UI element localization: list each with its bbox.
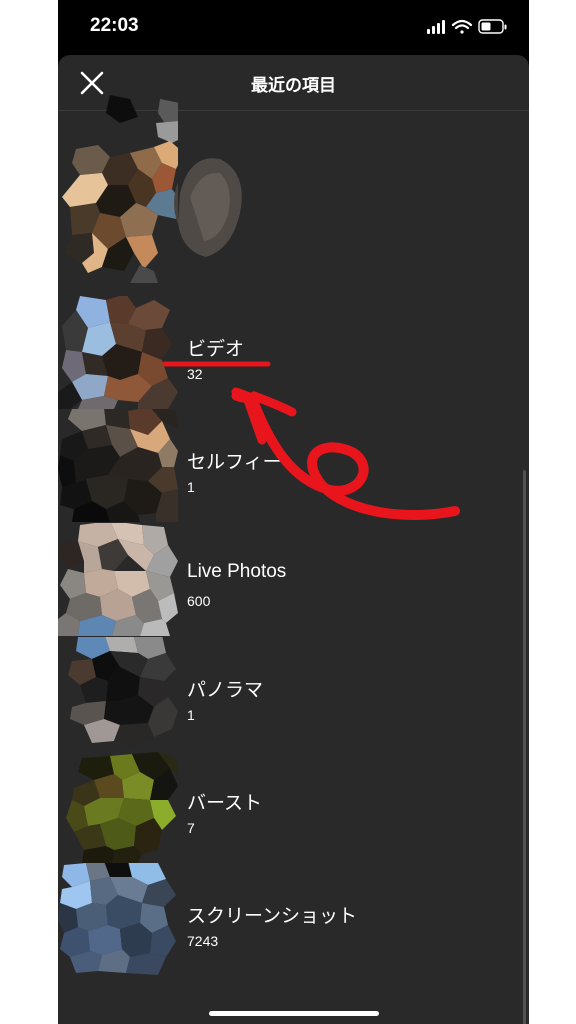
album-row-panoramas[interactable]: パノラマ 1	[58, 637, 529, 750]
album-name: バースト	[187, 793, 263, 814]
album-thumbnail	[66, 752, 178, 863]
album-thumbnail	[68, 637, 178, 747]
scrollbar[interactable]	[523, 470, 526, 1024]
album-name: パノラマ	[187, 680, 264, 701]
signal-icon	[427, 20, 445, 34]
phone-screen: 22:03 最近の項目 ビデオ 32 セルフィー 1 Live Photos 6…	[58, 0, 529, 1024]
album-name: ビデオ	[187, 339, 245, 360]
album-thumbnail	[58, 863, 176, 975]
status-bar: 22:03	[58, 0, 529, 54]
album-row-recents[interactable]	[58, 93, 529, 283]
status-icons	[427, 19, 507, 34]
album-count: 7243	[187, 933, 219, 949]
album-row-screenshots[interactable]: スクリーンショット 7243	[58, 863, 529, 976]
album-thumbnail	[58, 409, 178, 522]
album-thumbnail	[62, 95, 178, 283]
album-count: 1	[187, 707, 195, 723]
album-count: 32	[187, 366, 203, 382]
status-time: 22:03	[90, 15, 139, 36]
album-thumbnail	[58, 523, 178, 636]
album-row-live-photos[interactable]: Live Photos 600	[58, 523, 529, 636]
wifi-icon	[451, 19, 473, 34]
home-indicator[interactable]	[209, 1011, 379, 1016]
album-row-bursts[interactable]: バースト 7	[58, 750, 529, 863]
album-row-videos[interactable]: ビデオ 32	[58, 296, 529, 409]
blurred-photo	[178, 158, 242, 257]
album-count: 1	[187, 479, 195, 495]
album-thumbnail	[58, 296, 178, 409]
album-name: セルフィー	[187, 452, 282, 473]
album-count: 600	[187, 593, 211, 609]
battery-icon	[478, 19, 507, 34]
album-count: 7	[187, 820, 195, 836]
album-picker-sheet: 最近の項目 ビデオ 32 セルフィー 1 Live Photos 600 パノラ…	[58, 55, 529, 1024]
album-row-selfies[interactable]: セルフィー 1	[58, 409, 529, 522]
album-name: Live Photos	[187, 561, 287, 582]
album-name: スクリーンショット	[187, 906, 358, 927]
